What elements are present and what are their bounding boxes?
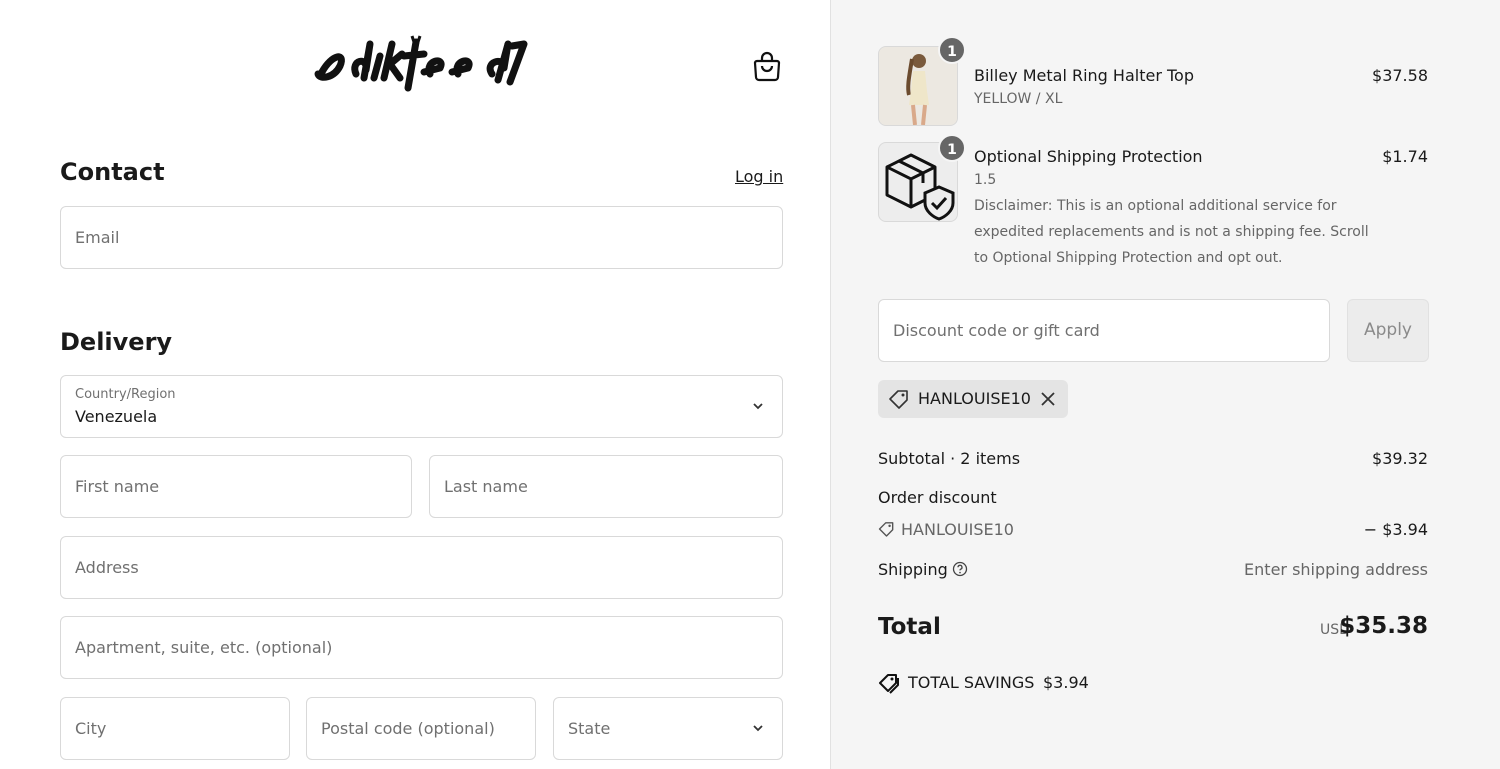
city-field[interactable]: City <box>60 697 290 760</box>
item-variant: YELLOW / XL <box>974 91 1063 107</box>
subtotal-value: $39.32 <box>1372 449 1428 468</box>
login-link[interactable]: Log in <box>735 167 783 186</box>
subtotal-label: Subtotal · 2 items <box>878 449 1021 468</box>
tags-icon <box>879 674 899 694</box>
close-icon[interactable] <box>1038 389 1058 409</box>
tag-icon <box>878 522 894 537</box>
item-title: Optional Shipping Protection <box>974 147 1203 166</box>
help-circle-icon[interactable] <box>952 561 968 577</box>
order-discount-label: Order discount <box>878 488 997 507</box>
shipping-value: Enter shipping address <box>1244 560 1428 579</box>
checkout-form-panel: Contact Log in Email Delivery Country/Re… <box>0 0 830 769</box>
first-name-field[interactable]: First name <box>60 455 412 518</box>
applied-code-text: HANLOUISE10 <box>918 389 1031 408</box>
item-variant: 1.5 <box>974 172 997 188</box>
state-placeholder: State <box>568 719 611 738</box>
discount-value: − $3.94 <box>1363 520 1428 539</box>
discount-code-text: HANLOUISE10 <box>901 520 1014 539</box>
edikted-logo[interactable] <box>312 34 528 96</box>
city-placeholder: City <box>75 719 107 738</box>
postal-code-field[interactable]: Postal code (optional) <box>306 697 536 760</box>
discount-placeholder: Discount code or gift card <box>893 321 1100 340</box>
quantity-badge: 1 <box>938 134 966 162</box>
postal-code-placeholder: Postal code (optional) <box>321 719 495 738</box>
country-value: Venezuela <box>75 407 158 426</box>
chevron-down-icon <box>753 725 763 732</box>
shipping-protection-disclaimer: Disclaimer: This is an optional addition… <box>974 198 1369 266</box>
apartment-field[interactable]: Apartment, suite, etc. (optional) <box>60 616 783 679</box>
shipping-label-row: Shipping <box>878 560 968 579</box>
total-value: $35.38 <box>1339 613 1428 639</box>
tag-icon <box>889 390 908 409</box>
last-name-field[interactable]: Last name <box>429 455 783 518</box>
address-placeholder: Address <box>75 558 139 577</box>
country-select[interactable]: Country/Region Venezuela <box>60 375 783 438</box>
delivery-heading: Delivery <box>60 328 173 356</box>
contact-heading: Contact <box>60 158 165 186</box>
item-price: $37.58 <box>1372 66 1428 85</box>
item-title: Billey Metal Ring Halter Top <box>974 66 1194 85</box>
apartment-placeholder: Apartment, suite, etc. (optional) <box>75 638 333 657</box>
address-field[interactable]: Address <box>60 536 783 599</box>
total-savings-value: $3.94 <box>1043 673 1089 692</box>
country-label: Country/Region <box>75 387 176 402</box>
email-field[interactable]: Email <box>60 206 783 269</box>
email-placeholder: Email <box>75 228 120 247</box>
chevron-down-icon <box>753 403 763 410</box>
quantity-badge: 1 <box>938 36 966 64</box>
state-select[interactable]: State <box>553 697 783 760</box>
applied-discount-chip: HANLOUISE10 <box>878 380 1068 418</box>
shipping-label: Shipping <box>878 560 948 579</box>
item-price: $1.74 <box>1382 147 1428 166</box>
total-label: Total <box>878 614 941 640</box>
last-name-placeholder: Last name <box>444 477 528 496</box>
discount-code-input[interactable]: Discount code or gift card <box>878 299 1330 362</box>
first-name-placeholder: First name <box>75 477 160 496</box>
total-savings-label: TOTAL SAVINGS <box>908 673 1035 692</box>
apply-button[interactable]: Apply <box>1347 299 1429 362</box>
shopping-bag-icon[interactable] <box>752 50 782 82</box>
